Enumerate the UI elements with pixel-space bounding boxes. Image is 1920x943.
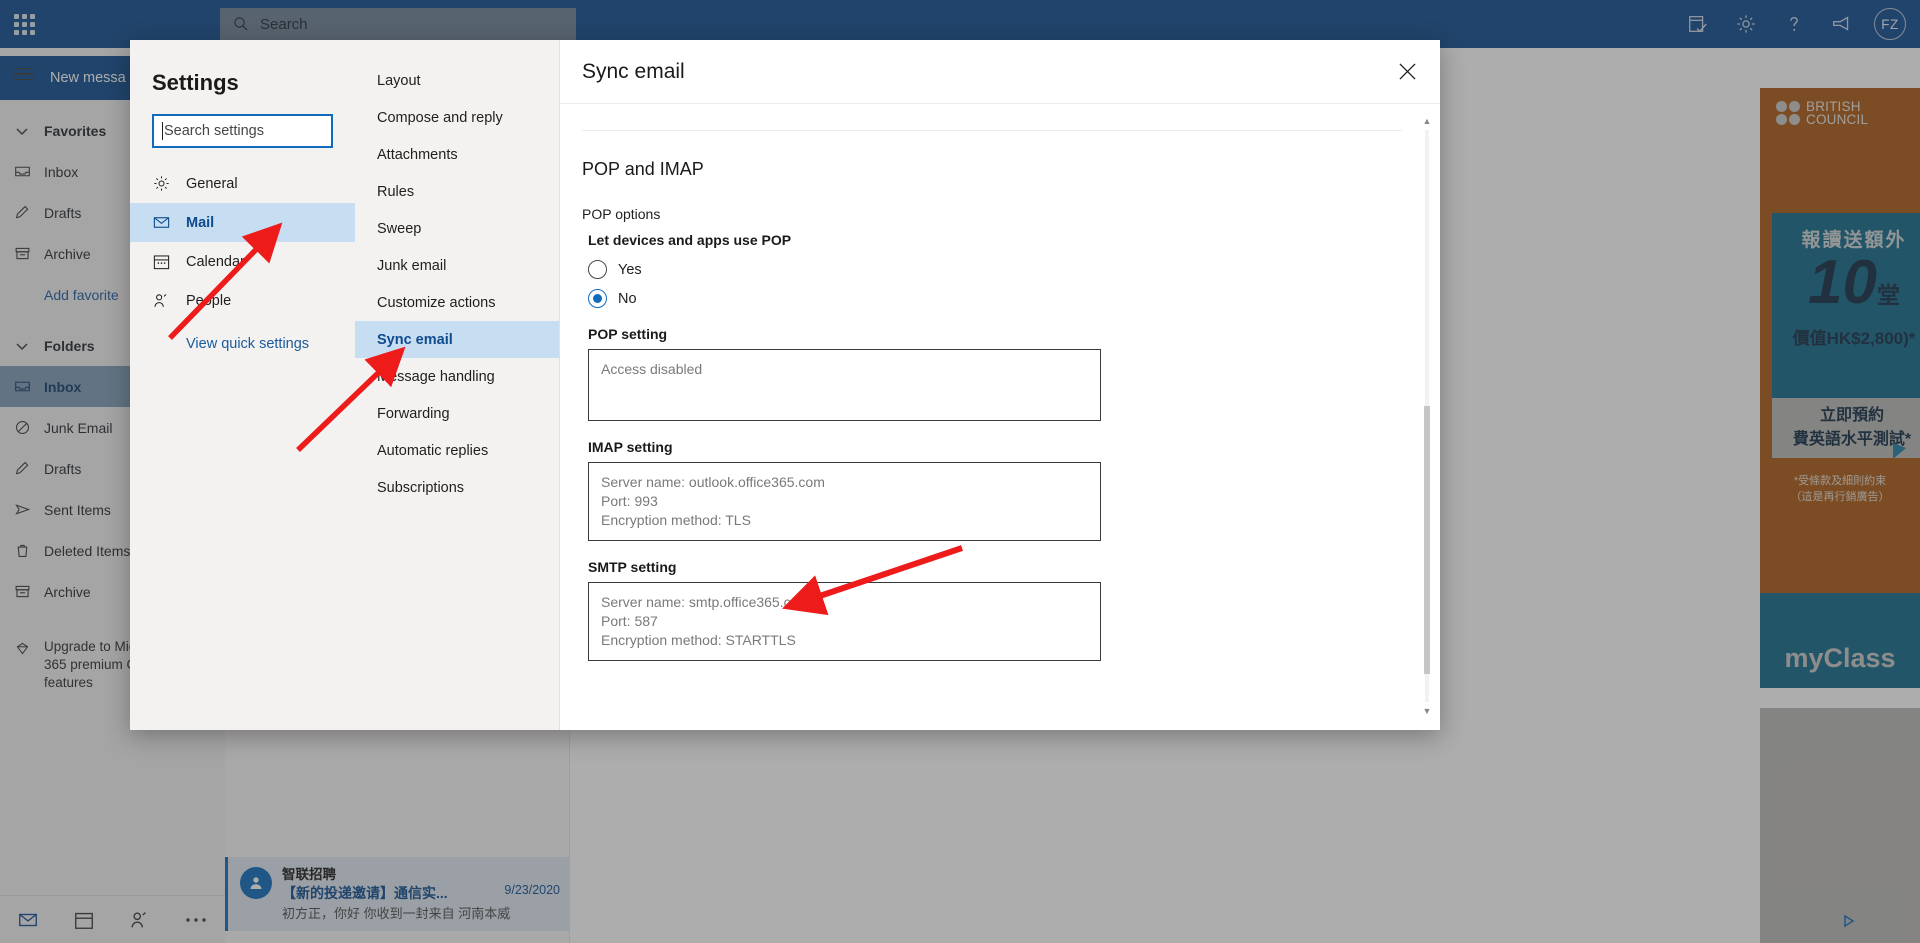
settings-subnav-junk-email[interactable]: Junk email xyxy=(355,247,559,284)
settings-title: Settings xyxy=(152,70,239,95)
settings-subnav-customize-actions[interactable]: Customize actions xyxy=(355,284,559,321)
smtp-encryption-text: Encryption method: STARTTLS xyxy=(601,632,796,648)
pop-setting-text: Access disabled xyxy=(601,361,703,377)
scroll-down-icon[interactable]: ▼ xyxy=(1422,706,1432,716)
page-title: Sync email xyxy=(582,59,685,83)
settings-nav-label: People xyxy=(186,292,232,309)
section-title: POP and IMAP xyxy=(582,159,704,179)
settings-subnav-attachments[interactable]: Attachments xyxy=(355,136,559,173)
settings-subnav-sweep[interactable]: Sweep xyxy=(355,210,559,247)
settings-content-pane: Sync email POP and IMAP POP options Let … xyxy=(560,40,1440,730)
pop-options-label: POP options xyxy=(582,206,661,222)
radio-unselected-icon xyxy=(588,260,607,279)
settings-subnav-forwarding[interactable]: Forwarding xyxy=(355,395,559,432)
smtp-setting-value: Server name: smtp.office365.com Port: 58… xyxy=(588,582,1101,661)
settings-subnav-subscriptions[interactable]: Subscriptions xyxy=(355,469,559,506)
radio-pop-yes[interactable]: Yes xyxy=(582,260,1418,279)
settings-nav-label: General xyxy=(186,175,238,192)
gear-icon xyxy=(152,174,186,193)
settings-content-header: Sync email xyxy=(560,40,1440,104)
settings-nav-pane: Settings Search settings General Mail Ca… xyxy=(130,40,355,730)
settings-subnav-pane: Layout Compose and reply Attachments Rul… xyxy=(355,40,560,730)
sync-email-settings: POP and IMAP POP options Let devices and… xyxy=(560,104,1440,730)
settings-nav-general[interactable]: General xyxy=(130,164,355,203)
settings-search-placeholder: Search settings xyxy=(164,123,264,139)
view-quick-settings-link[interactable]: View quick settings xyxy=(130,320,355,352)
envelope-icon xyxy=(152,213,186,232)
outlook-web-app: Search FZ New messa Favorites Inbox Draf… xyxy=(0,0,1920,943)
pop-setting-label: POP setting xyxy=(588,326,668,342)
smtp-port-text: Port: 587 xyxy=(601,613,658,629)
calendar-icon xyxy=(152,252,186,271)
imap-setting-label: IMAP setting xyxy=(588,439,673,455)
smtp-server-text: Server name: smtp.office365.com xyxy=(601,594,811,610)
settings-dialog: Settings Search settings General Mail Ca… xyxy=(130,40,1440,730)
imap-port-text: Port: 993 xyxy=(601,493,658,509)
settings-nav-calendar[interactable]: Calendar xyxy=(130,242,355,281)
settings-subnav-layout[interactable]: Layout xyxy=(355,62,559,99)
content-scrollbar[interactable]: ▲ ▼ xyxy=(1422,116,1432,716)
settings-subnav-compose-and-reply[interactable]: Compose and reply xyxy=(355,99,559,136)
settings-subnav-automatic-replies[interactable]: Automatic replies xyxy=(355,432,559,469)
settings-category-list: General Mail Calendar People xyxy=(130,164,355,320)
settings-subnav-sync-email[interactable]: Sync email xyxy=(355,321,559,358)
settings-nav-label: Calendar xyxy=(186,253,245,270)
imap-encryption-text: Encryption method: TLS xyxy=(601,512,751,528)
imap-server-text: Server name: outlook.office365.com xyxy=(601,474,825,490)
pop-question-label: Let devices and apps use POP xyxy=(588,232,792,248)
radio-pop-no[interactable]: No xyxy=(582,289,1418,308)
settings-search-input[interactable]: Search settings xyxy=(152,114,333,148)
scroll-up-icon[interactable]: ▲ xyxy=(1422,116,1432,126)
text-caret xyxy=(162,122,163,140)
imap-setting-value: Server name: outlook.office365.com Port:… xyxy=(588,462,1101,541)
radio-label: No xyxy=(618,290,637,307)
settings-nav-mail[interactable]: Mail xyxy=(130,203,355,242)
pop-setting-value: Access disabled xyxy=(588,349,1101,421)
people-icon xyxy=(152,291,186,310)
divider xyxy=(582,130,1402,131)
radio-selected-icon xyxy=(588,289,607,308)
smtp-setting-label: SMTP setting xyxy=(588,559,677,575)
radio-label: Yes xyxy=(618,261,642,278)
settings-nav-people[interactable]: People xyxy=(130,281,355,320)
settings-nav-label: Mail xyxy=(186,214,215,231)
close-icon[interactable] xyxy=(1384,49,1430,95)
settings-subnav-message-handling[interactable]: Message handling xyxy=(355,358,559,395)
scrollbar-thumb[interactable] xyxy=(1424,406,1430,674)
settings-subnav-rules[interactable]: Rules xyxy=(355,173,559,210)
